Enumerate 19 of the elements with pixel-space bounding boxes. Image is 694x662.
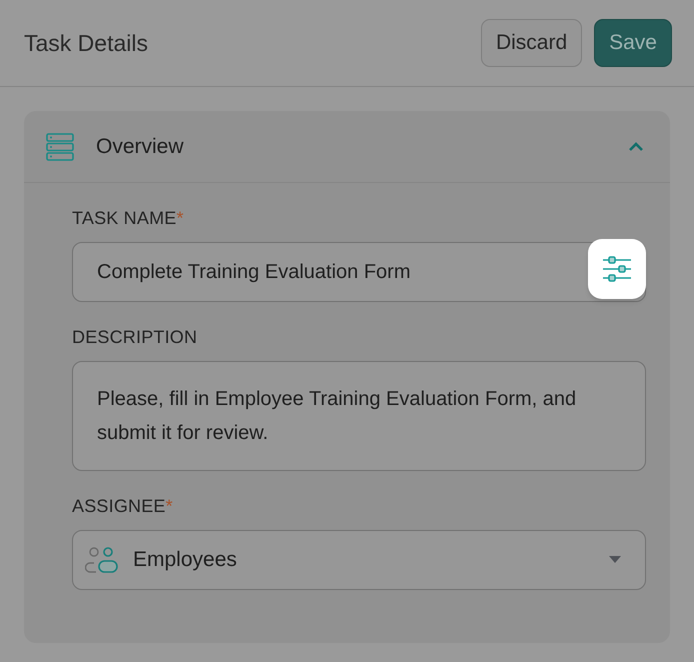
save-button[interactable]: Save — [594, 19, 672, 67]
page-title: Task Details — [24, 28, 149, 58]
chevron-up-icon[interactable] — [628, 142, 644, 152]
select-value: Employees — [133, 547, 238, 574]
server-stack-icon — [46, 132, 74, 160]
sliders-icon — [603, 256, 631, 282]
section-title: Overview — [96, 134, 185, 160]
discard-button[interactable]: Discard — [480, 19, 582, 67]
settings-button[interactable] — [588, 239, 646, 299]
dropdown-caret-icon — [609, 556, 621, 564]
field-label: ASSIGNEE — [72, 495, 166, 518]
required-mark: * — [176, 207, 184, 230]
required-mark: * — [166, 495, 173, 518]
field-label: TASK NAME — [72, 207, 176, 230]
input-field[interactable]: Complete Training Evaluation Form — [72, 242, 646, 302]
select-field[interactable]: Employees — [72, 530, 646, 590]
field-label: DESCRIPTION — [72, 326, 198, 349]
textarea-field[interactable]: Please, fill in Employee Training Evaluation Form, and submit it for review. — [72, 361, 646, 471]
people-icon — [85, 547, 119, 573]
